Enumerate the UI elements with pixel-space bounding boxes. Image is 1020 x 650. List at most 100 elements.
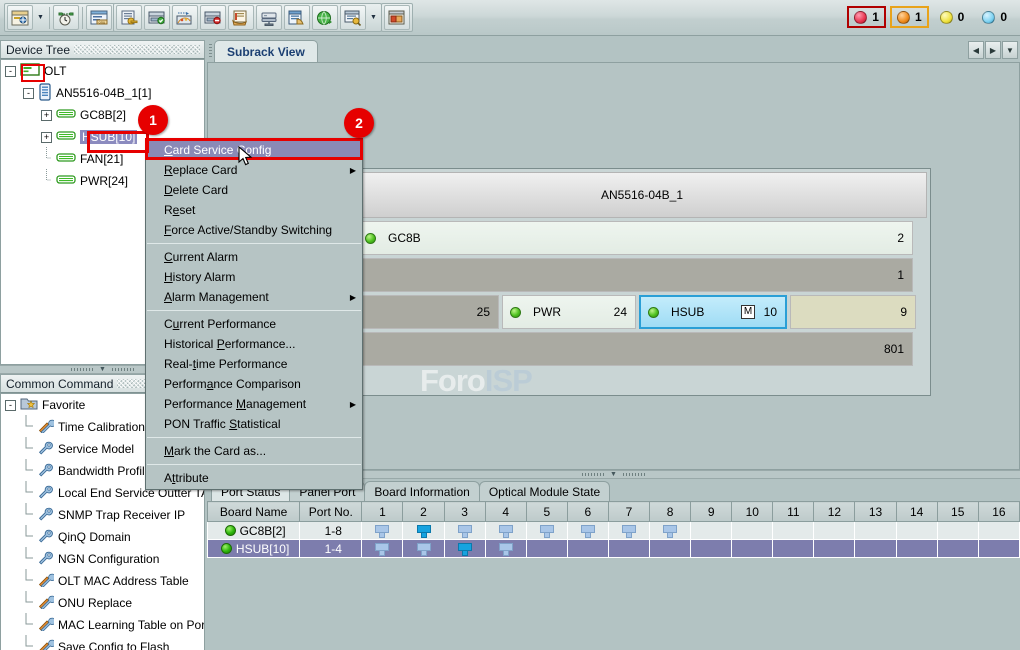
tree-expander-icon[interactable]: -	[23, 88, 34, 99]
scheduled-task-icon[interactable]	[53, 5, 79, 30]
tree-expander-icon[interactable]: +	[41, 110, 52, 121]
tab-scroll-left-button[interactable]: ◀	[968, 41, 984, 59]
column-header-14[interactable]: 14	[896, 502, 937, 522]
context-menu-item-performance-comparison[interactable]: Performance Comparison	[146, 374, 362, 394]
global-network-icon[interactable]	[312, 5, 338, 30]
port-cell-3[interactable]	[444, 540, 485, 558]
common-command-item[interactable]: SNMP Trap Receiver IP	[1, 504, 204, 526]
port-cell-3[interactable]	[444, 522, 485, 540]
column-header-13[interactable]: 13	[855, 502, 896, 522]
subrack-slot-gc8b[interactable]: GC8B2	[357, 221, 913, 255]
tab-strip-grip[interactable]	[209, 44, 212, 58]
tree-expander-icon[interactable]: -	[5, 400, 16, 411]
context-menu-item-pon-traffic-statistical[interactable]: PON Traffic Statistical	[146, 414, 362, 434]
context-menu-item-current-performance[interactable]: Current Performance	[146, 314, 362, 334]
port-cell-7[interactable]	[608, 522, 649, 540]
column-header-8[interactable]: 8	[650, 502, 691, 522]
column-header-10[interactable]: 10	[732, 502, 773, 522]
subrack-slot-empty[interactable]: 801	[357, 332, 913, 366]
configuration-icon[interactable]	[228, 5, 254, 30]
column-header-16[interactable]: 16	[978, 502, 1019, 522]
column-header-1[interactable]: 1	[362, 502, 403, 522]
port-cell-2[interactable]	[403, 540, 444, 558]
tab-list-button[interactable]: ▼	[1002, 41, 1018, 59]
common-command-item[interactable]: Save Config to Flash	[1, 636, 204, 650]
network-discovery-icon[interactable]	[172, 5, 198, 30]
topology-view-icon[interactable]	[7, 5, 33, 30]
add-device-icon[interactable]	[144, 5, 170, 30]
context-menu-item-alarm-management[interactable]: Alarm Management▶	[146, 287, 362, 307]
report-dropdown-arrow-icon[interactable]: ▼	[367, 5, 380, 30]
port-cell-1[interactable]	[362, 540, 403, 558]
column-header-3[interactable]: 3	[444, 502, 485, 522]
bottom-tab-board-information[interactable]: Board Information	[364, 481, 479, 501]
table-row[interactable]: HSUB[10]1-4	[208, 540, 1020, 558]
column-header-port-no-[interactable]: Port No.	[300, 502, 362, 522]
port-cell-4[interactable]	[485, 522, 526, 540]
context-menu-item-force-active-standby-switching[interactable]: Force Active/Standby Switching	[146, 220, 362, 240]
database-icon[interactable]	[284, 5, 310, 30]
authorization-icon[interactable]	[116, 5, 142, 30]
subrack-slot-empty[interactable]: 9	[790, 295, 916, 329]
context-menu-item-current-alarm[interactable]: Current Alarm	[146, 247, 362, 267]
tab-subrack-view[interactable]: Subrack View	[214, 40, 318, 62]
report-icon[interactable]	[340, 5, 366, 30]
port-cell-2[interactable]	[403, 522, 444, 540]
panel-grip[interactable]	[74, 45, 200, 54]
onu-list-icon[interactable]: onu	[86, 5, 112, 30]
subrack-slot-hsub[interactable]: HSUBM10	[639, 295, 787, 329]
context-menu-item-history-alarm[interactable]: History Alarm	[146, 267, 362, 287]
common-command-item[interactable]: MAC Learning Table on Port	[1, 614, 204, 636]
warning-alarm-indicator[interactable]: 0	[975, 6, 1014, 28]
major-alarm-indicator[interactable]: 1	[890, 6, 929, 28]
context-menu-item-delete-card[interactable]: Delete Card	[146, 180, 362, 200]
column-header-board-name[interactable]: Board Name	[208, 502, 300, 522]
toolbar-dropdown-arrow-icon[interactable]: ▼	[34, 5, 47, 30]
subrack-slot-pwr[interactable]: PWR24	[502, 295, 636, 329]
port-cell-4[interactable]	[485, 540, 526, 558]
critical-alarm-indicator[interactable]: 1	[847, 6, 886, 28]
column-header-12[interactable]: 12	[814, 502, 855, 522]
table-row[interactable]: GC8B[2]1-8	[208, 522, 1020, 540]
tree-expander-icon[interactable]: +	[41, 132, 52, 143]
splitter-collapse-icon[interactable]: ▼	[610, 471, 617, 478]
minor-alarm-indicator[interactable]: 0	[933, 6, 972, 28]
context-menu-item-reset[interactable]: Reset	[146, 200, 362, 220]
common-command-item[interactable]: ONU Replace	[1, 592, 204, 614]
common-command-item[interactable]: QinQ Domain	[1, 526, 204, 548]
column-header-7[interactable]: 7	[608, 502, 649, 522]
column-header-9[interactable]: 9	[691, 502, 732, 522]
context-menu-item-replace-card[interactable]: Replace Card▶	[146, 160, 362, 180]
context-menu-item-card-service-config[interactable]: Card Service Config	[146, 140, 362, 160]
column-header-4[interactable]: 4	[485, 502, 526, 522]
tab-scroll-right-button[interactable]: ▶	[985, 41, 1001, 59]
device-tree-node-an5516-04b_11[interactable]: -AN5516-04B_1[1]	[1, 82, 204, 104]
context-menu-item-attribute[interactable]: Attribute	[146, 468, 362, 488]
delete-device-icon[interactable]	[200, 5, 226, 30]
port-cell-8[interactable]	[650, 522, 691, 540]
card-panel-icon[interactable]	[384, 5, 410, 30]
context-menu-item-performance-management[interactable]: Performance Management▶	[146, 394, 362, 414]
port-cell-1[interactable]	[362, 522, 403, 540]
device-manager-icon[interactable]	[256, 5, 282, 30]
common-command-item[interactable]: NGN Configuration	[1, 548, 204, 570]
common-command-item[interactable]: OLT MAC Address Table	[1, 570, 204, 592]
column-header-15[interactable]: 15	[937, 502, 978, 522]
port-cell-6[interactable]	[567, 522, 608, 540]
device-tree-node-gc8b2[interactable]: +GC8B[2]	[1, 104, 204, 126]
subrack-slot-empty[interactable]: 1	[357, 258, 913, 292]
bottom-tab-optical-module-state[interactable]: Optical Module State	[479, 481, 610, 501]
subrack-slot-empty[interactable]: 25	[357, 295, 499, 329]
context-menu-item-real-time-performance[interactable]: Real-time Performance	[146, 354, 362, 374]
device-tree-node-olt[interactable]: -OLT	[1, 60, 204, 82]
column-header-5[interactable]: 5	[526, 502, 567, 522]
column-header-2[interactable]: 2	[403, 502, 444, 522]
column-header-11[interactable]: 11	[773, 502, 814, 522]
context-menu-item-mark-the-card-as[interactable]: Mark the Card as...	[146, 441, 362, 461]
port-cell-5[interactable]	[526, 522, 567, 540]
card-context-menu[interactable]: Card Service ConfigReplace Card▶Delete C…	[145, 138, 363, 490]
splitter-collapse-icon[interactable]: ▼	[99, 366, 106, 373]
column-header-6[interactable]: 6	[567, 502, 608, 522]
context-menu-item-historical-performance[interactable]: Historical Performance...	[146, 334, 362, 354]
tree-expander-icon[interactable]: -	[5, 66, 16, 77]
